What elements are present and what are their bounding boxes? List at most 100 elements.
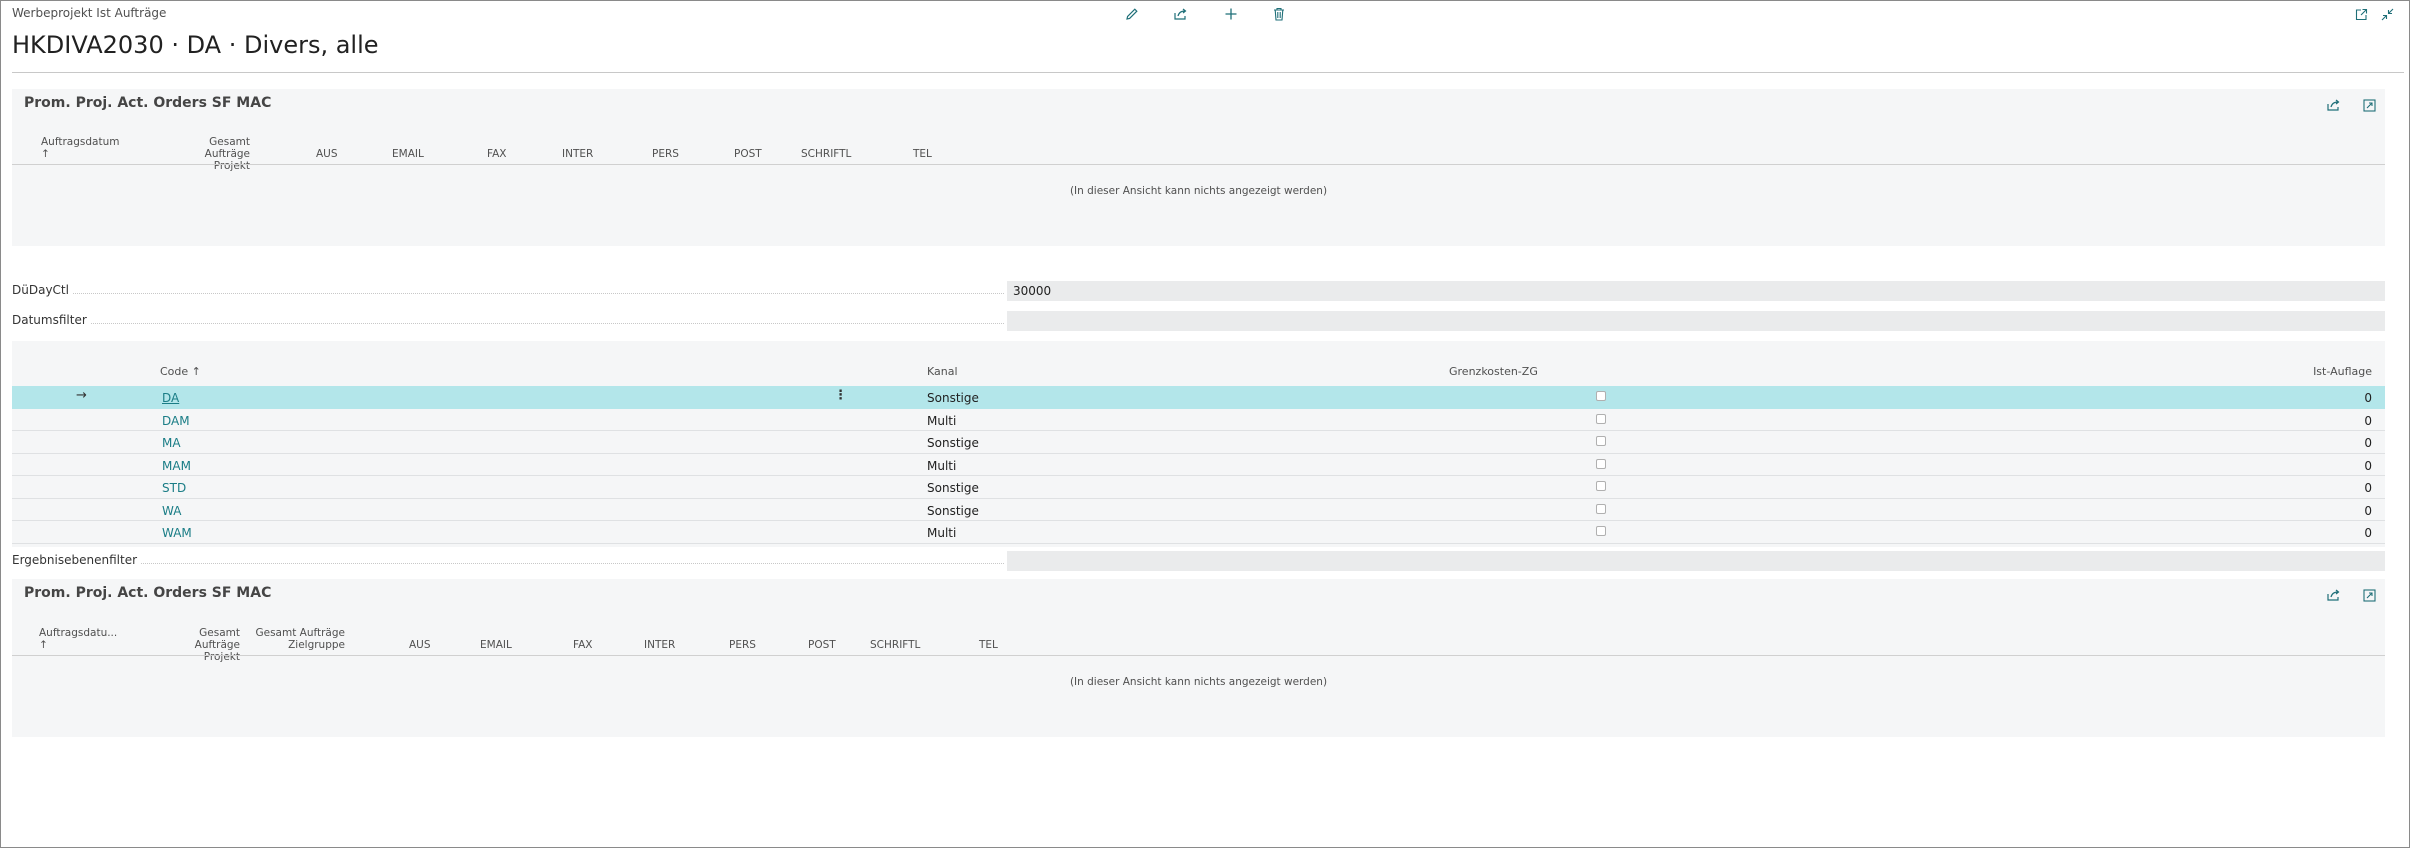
kanal-cell: Sonstige bbox=[927, 391, 979, 405]
code-link[interactable]: MAM bbox=[162, 459, 191, 473]
code-link[interactable]: DA bbox=[162, 391, 179, 405]
kanal-cell: Multi bbox=[927, 413, 957, 428]
grenzkosten-checkbox[interactable] bbox=[1596, 481, 1606, 491]
field-leader-dots bbox=[12, 563, 1004, 564]
duedayctl-input[interactable]: 30000 bbox=[1007, 281, 2385, 301]
ist-auflage-cell: 0 bbox=[2364, 413, 2372, 428]
code-link[interactable]: WAM bbox=[162, 526, 192, 540]
table-row[interactable]: → DA ⋮ Sonstige 0 bbox=[12, 386, 2385, 409]
sort-ascending-icon: ↑ bbox=[39, 639, 48, 651]
grenzkosten-checkbox[interactable] bbox=[1596, 391, 1606, 401]
share-icon[interactable] bbox=[2324, 585, 2344, 605]
part-orders-sf-mac-bottom: Prom. Proj. Act. Orders SF MAC Auftragsd… bbox=[12, 579, 2385, 737]
share-icon[interactable] bbox=[1170, 4, 1190, 24]
column-header-kanal[interactable]: Kanal bbox=[927, 366, 958, 378]
ist-auflage-cell: 0 bbox=[2364, 391, 2372, 405]
table-row[interactable]: WA Sonstige 0 bbox=[12, 499, 2385, 521]
column-header-tel[interactable]: TEL bbox=[979, 639, 998, 651]
table-row[interactable]: STD Sonstige 0 bbox=[12, 476, 2385, 499]
more-options-icon[interactable]: ⋮ bbox=[834, 388, 847, 403]
kanal-cell: Sonstige bbox=[927, 481, 979, 495]
field-label: DüDayCtl bbox=[12, 283, 73, 297]
table-row[interactable]: MAM Multi 0 bbox=[12, 454, 2385, 476]
popout-icon[interactable] bbox=[2351, 4, 2371, 24]
column-header-email[interactable]: EMAIL bbox=[392, 148, 424, 160]
column-header-email[interactable]: EMAIL bbox=[480, 639, 512, 651]
column-header-pers[interactable]: PERS bbox=[729, 639, 756, 651]
column-header-auftragsdatum[interactable]: Auftragsdatum ↑ bbox=[41, 136, 119, 160]
column-header-ist-auflage[interactable]: Ist-Auflage bbox=[2212, 366, 2372, 378]
title-divider bbox=[12, 72, 2404, 73]
column-header-gesamt-auftraege-projekt[interactable]: Gesamt Aufträge Projekt bbox=[162, 136, 250, 172]
plus-icon[interactable] bbox=[1221, 4, 1241, 24]
header-divider bbox=[12, 655, 2385, 656]
column-header-fax[interactable]: FAX bbox=[573, 639, 592, 651]
ist-auflage-cell: 0 bbox=[2364, 458, 2372, 473]
part-orders-sf-mac-top: Prom. Proj. Act. Orders SF MAC Auftragsd… bbox=[12, 89, 2385, 246]
column-header-gesamt-auftraege-zielgruppe[interactable]: Gesamt Aufträge Zielgruppe bbox=[252, 627, 345, 651]
code-list: Code ↑ Kanal Grenzkosten-ZG Ist-Auflage … bbox=[12, 341, 2385, 547]
trash-icon[interactable] bbox=[1269, 4, 1289, 24]
column-header-code[interactable]: Code ↑ bbox=[160, 366, 201, 378]
pencil-icon[interactable] bbox=[1122, 4, 1142, 24]
part-title: Prom. Proj. Act. Orders SF MAC bbox=[24, 95, 272, 111]
code-link[interactable]: WA bbox=[162, 504, 181, 518]
code-link[interactable]: STD bbox=[162, 481, 186, 495]
column-header-post[interactable]: POST bbox=[808, 639, 836, 651]
header-divider bbox=[12, 164, 2385, 165]
page-title: HKDIVA2030 · DA · Divers, alle bbox=[12, 31, 379, 59]
page-frame: Werbeprojekt Ist Aufträge HKDIVA2030 · D… bbox=[0, 0, 2410, 848]
column-header-grenzkosten-zg[interactable]: Grenzkosten-ZG bbox=[1449, 366, 1538, 378]
ist-auflage-cell: 0 bbox=[2364, 481, 2372, 495]
field-leader-dots bbox=[12, 323, 1004, 324]
column-header-fax[interactable]: FAX bbox=[487, 148, 506, 160]
empty-view-message: (In dieser Ansicht kann nichts angezeigt… bbox=[1069, 185, 1328, 197]
column-header-auftragsdatum[interactable]: Auftragsdatu... ↑ bbox=[39, 627, 117, 651]
expand-icon[interactable] bbox=[2359, 96, 2379, 116]
collapse-icon[interactable] bbox=[2377, 4, 2397, 24]
grenzkosten-checkbox[interactable] bbox=[1596, 526, 1606, 536]
part-title: Prom. Proj. Act. Orders SF MAC bbox=[24, 585, 272, 601]
column-header-schriftl[interactable]: SCHRIFTL bbox=[870, 639, 920, 651]
kanal-cell: Multi bbox=[927, 526, 957, 540]
table-row[interactable]: WAM Multi 0 bbox=[12, 521, 2385, 544]
code-link[interactable]: DAM bbox=[162, 414, 190, 428]
grenzkosten-checkbox[interactable] bbox=[1596, 436, 1606, 446]
expand-icon[interactable] bbox=[2359, 586, 2379, 606]
table-row[interactable]: MA Sonstige 0 bbox=[12, 431, 2385, 454]
kanal-cell: Sonstige bbox=[927, 436, 979, 450]
column-header-pers[interactable]: PERS bbox=[652, 148, 679, 160]
ist-auflage-cell: 0 bbox=[2364, 526, 2372, 540]
kanal-cell: Multi bbox=[927, 458, 957, 473]
part-toolbar bbox=[2314, 585, 2379, 605]
field-label: Datumsfilter bbox=[12, 313, 91, 327]
column-header-schriftl[interactable]: SCHRIFTL bbox=[801, 148, 851, 160]
code-link[interactable]: MA bbox=[162, 436, 181, 450]
column-header-gesamt-auftraege-projekt[interactable]: Gesamt Aufträge Projekt bbox=[152, 627, 240, 663]
field-label: Ergebnisebenenfilter bbox=[12, 553, 142, 567]
part-toolbar bbox=[2314, 95, 2379, 115]
column-header-inter[interactable]: INTER bbox=[562, 148, 593, 160]
grenzkosten-checkbox[interactable] bbox=[1596, 413, 1606, 424]
arrow-right-icon: → bbox=[76, 388, 87, 403]
column-header-post[interactable]: POST bbox=[734, 148, 762, 160]
top-action-bar bbox=[1, 4, 2409, 24]
column-header-aus[interactable]: AUS bbox=[316, 148, 338, 160]
grenzkosten-checkbox[interactable] bbox=[1596, 458, 1606, 469]
ist-auflage-cell: 0 bbox=[2364, 436, 2372, 450]
grenzkosten-checkbox[interactable] bbox=[1596, 503, 1606, 514]
ist-auflage-cell: 0 bbox=[2364, 503, 2372, 518]
field-datumsfilter: Datumsfilter bbox=[12, 311, 2385, 331]
column-header-aus[interactable]: AUS bbox=[409, 639, 431, 651]
kanal-cell: Sonstige bbox=[927, 503, 979, 518]
table-row[interactable]: DAM Multi 0 bbox=[12, 409, 2385, 431]
column-header-tel[interactable]: TEL bbox=[913, 148, 932, 160]
empty-view-message: (In dieser Ansicht kann nichts angezeigt… bbox=[1069, 676, 1328, 688]
field-duedayctl: DüDayCtl 30000 bbox=[12, 281, 2385, 301]
ergebnisebenenfilter-input[interactable] bbox=[1007, 551, 2385, 571]
column-header-inter[interactable]: INTER bbox=[644, 639, 675, 651]
share-icon[interactable] bbox=[2324, 95, 2344, 115]
field-leader-dots bbox=[12, 293, 1004, 294]
field-ergebnisebenenfilter: Ergebnisebenenfilter bbox=[12, 551, 2385, 571]
datumsfilter-input[interactable] bbox=[1007, 311, 2385, 331]
